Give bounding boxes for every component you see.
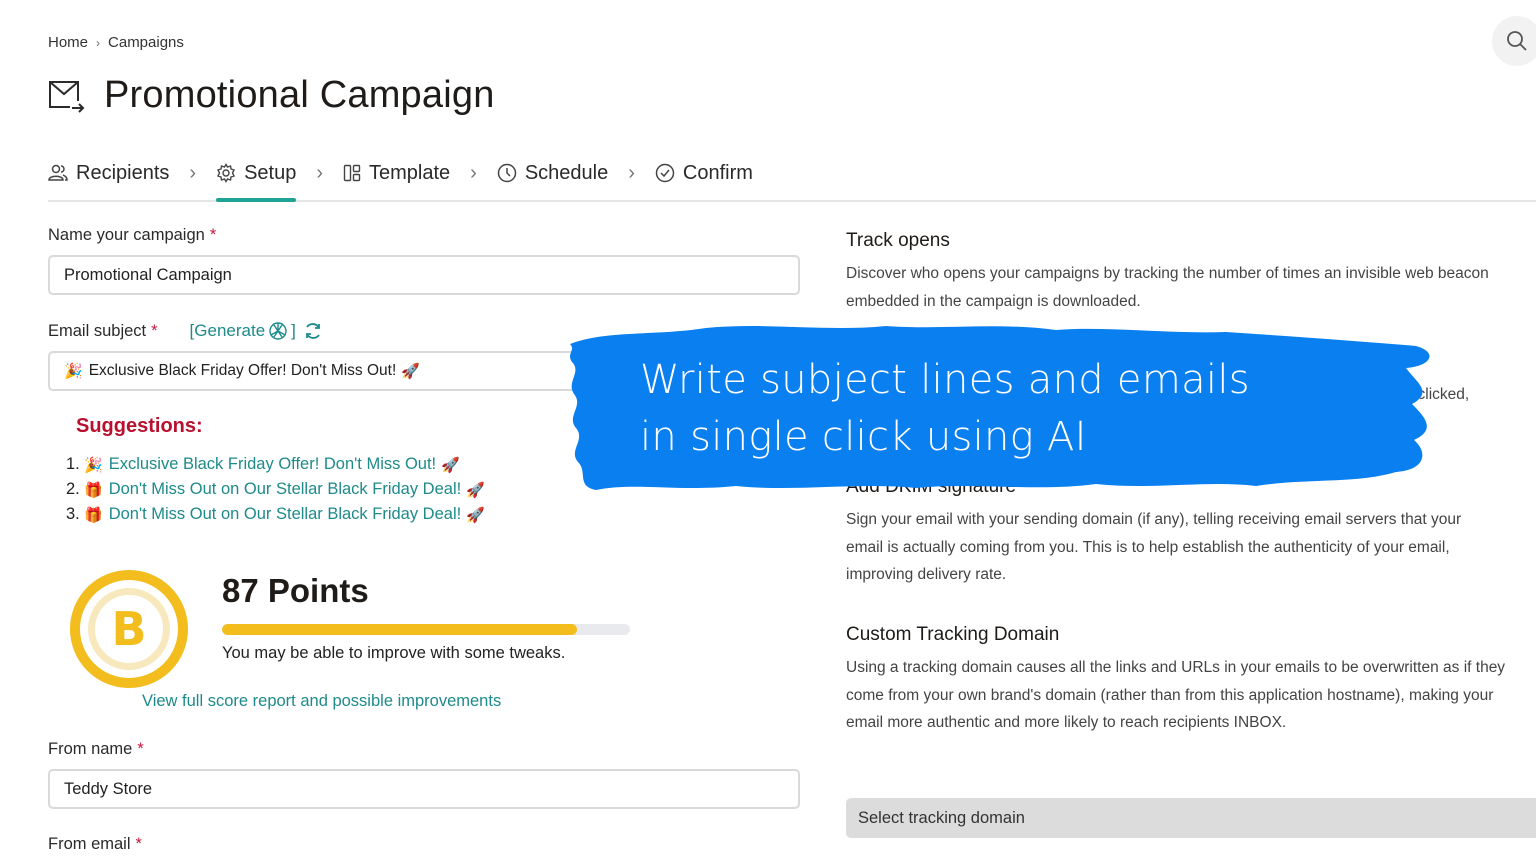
grade-badge: B xyxy=(70,570,188,688)
breadcrumb: Home › Campaigns xyxy=(48,34,184,51)
required-marker: * xyxy=(151,321,158,340)
chevron-right-icon: › xyxy=(189,161,197,184)
generate-subject-button[interactable]: [Generate ] xyxy=(190,321,323,341)
tracking-domain-select[interactable]: Select tracking domain xyxy=(846,798,1536,838)
mail-send-icon xyxy=(49,80,85,113)
step-confirm[interactable]: Confirm xyxy=(655,156,753,190)
rocket-emoji-icon: 🚀 xyxy=(401,363,420,380)
select-placeholder: Select tracking domain xyxy=(858,808,1025,827)
rocket-emoji-icon: 🚀 xyxy=(466,481,485,499)
breadcrumb-campaigns[interactable]: Campaigns xyxy=(108,34,184,51)
step-label: Template xyxy=(369,161,451,184)
users-icon xyxy=(48,164,68,181)
party-emoji-icon: 🎉 xyxy=(84,456,103,474)
rocket-emoji-icon: 🚀 xyxy=(466,506,485,524)
sender-fields: From name * Teddy Store From email * xyxy=(48,740,800,854)
step-template[interactable]: Template xyxy=(343,156,450,190)
step-recipients[interactable]: Recipients xyxy=(48,156,169,190)
campaign-stepper: Recipients › Setup › Template › Schedule… xyxy=(48,156,1536,202)
breadcrumb-separator: › xyxy=(96,35,101,50)
input-value: Promotional Campaign xyxy=(64,265,232,284)
suggestion-number: 1. xyxy=(66,455,80,473)
step-schedule[interactable]: Schedule xyxy=(497,156,608,190)
breadcrumb-home[interactable]: Home xyxy=(48,34,88,51)
tracking-domain-section: Custom Tracking Domain Using a tracking … xyxy=(846,624,1526,737)
grade-letter: B xyxy=(88,588,170,670)
step-label: Recipients xyxy=(76,161,170,184)
gear-icon xyxy=(217,163,236,183)
suggestion-item[interactable]: 3. 🎁 Don't Miss Out on Our Stellar Black… xyxy=(66,502,800,527)
promo-line-1: Write subject lines and emails xyxy=(640,357,1250,403)
suggestion-text: Don't Miss Out on Our Stellar Black Frid… xyxy=(108,480,462,498)
check-circle-icon xyxy=(655,163,675,183)
openai-icon xyxy=(269,322,287,340)
score-points: 87 Points xyxy=(222,572,369,609)
search-icon xyxy=(1507,31,1527,51)
gift-emoji-icon: 🎁 xyxy=(84,481,103,499)
label-text: From email xyxy=(48,835,131,853)
input-value: Teddy Store xyxy=(64,779,153,798)
page-title: Promotional Campaign xyxy=(104,74,495,116)
dkim-description: Sign your email with your sending domain… xyxy=(846,511,1462,583)
email-subject-input[interactable]: 🎉 Exclusive Black Friday Offer! Don't Mi… xyxy=(48,351,588,391)
label-text: Name your campaign xyxy=(48,226,205,244)
promo-line-2: in single click using AI xyxy=(640,414,1087,460)
from-name-input[interactable]: Teddy Store xyxy=(48,769,800,809)
label-text: From name xyxy=(48,740,133,758)
view-score-report-link[interactable]: View full score report and possible impr… xyxy=(142,692,501,711)
chevron-right-icon: › xyxy=(628,161,635,184)
score-progress-fill xyxy=(222,624,577,635)
search-button[interactable] xyxy=(1492,16,1536,66)
generate-close: ] xyxy=(291,321,296,340)
step-setup[interactable]: Setup xyxy=(216,156,297,202)
tracking-settings: Track opens Discover who opens your camp… xyxy=(846,230,1536,838)
page-header: Promotional Campaign xyxy=(48,74,495,117)
from-email-label: From email * xyxy=(48,835,800,854)
suggestion-number: 2. xyxy=(66,480,80,498)
required-marker: * xyxy=(137,740,144,758)
track-opens-description: Discover who opens your campaigns by tra… xyxy=(846,265,1489,310)
track-opens-section: Track opens Discover who opens your camp… xyxy=(846,230,1536,315)
clock-icon xyxy=(497,163,517,183)
suggestion-text: Don't Miss Out on Our Stellar Black Frid… xyxy=(108,505,462,523)
subject-score: B 87 Points You may be able to improve w… xyxy=(70,570,630,710)
step-label: Setup xyxy=(244,161,297,184)
layout-icon xyxy=(343,164,361,182)
generate-label: [Generate xyxy=(189,321,266,340)
party-emoji-icon: 🎉 xyxy=(64,363,83,380)
score-message: You may be able to improve with some twe… xyxy=(222,644,566,662)
tracking-domain-title: Custom Tracking Domain xyxy=(846,624,1060,645)
from-name-label: From name * xyxy=(48,740,800,759)
suggestion-text: Exclusive Black Friday Offer! Don't Miss… xyxy=(108,455,437,473)
rocket-emoji-icon: 🚀 xyxy=(441,456,460,474)
input-value: Exclusive Black Friday Offer! Don't Miss… xyxy=(88,362,397,379)
step-label: Confirm xyxy=(682,161,753,184)
required-marker: * xyxy=(209,226,217,244)
campaign-name-label: Name your campaign * xyxy=(48,226,800,245)
promo-banner-text: Write subject lines and emails in single… xyxy=(640,352,1250,466)
suggestion-number: 3. xyxy=(66,505,80,523)
required-marker: * xyxy=(135,835,142,853)
score-progress-bar xyxy=(222,624,630,635)
step-label: Schedule xyxy=(524,161,609,184)
campaign-name-input[interactable]: Promotional Campaign xyxy=(48,255,800,295)
refresh-icon[interactable] xyxy=(303,321,323,341)
track-opens-title: Track opens xyxy=(846,230,950,251)
label-text: Email subject xyxy=(48,321,147,340)
gift-emoji-icon: 🎁 xyxy=(84,506,103,524)
chevron-right-icon: › xyxy=(470,161,477,184)
tracking-domain-description: Using a tracking domain causes all the l… xyxy=(846,659,1506,731)
chevron-right-icon: › xyxy=(316,161,323,184)
